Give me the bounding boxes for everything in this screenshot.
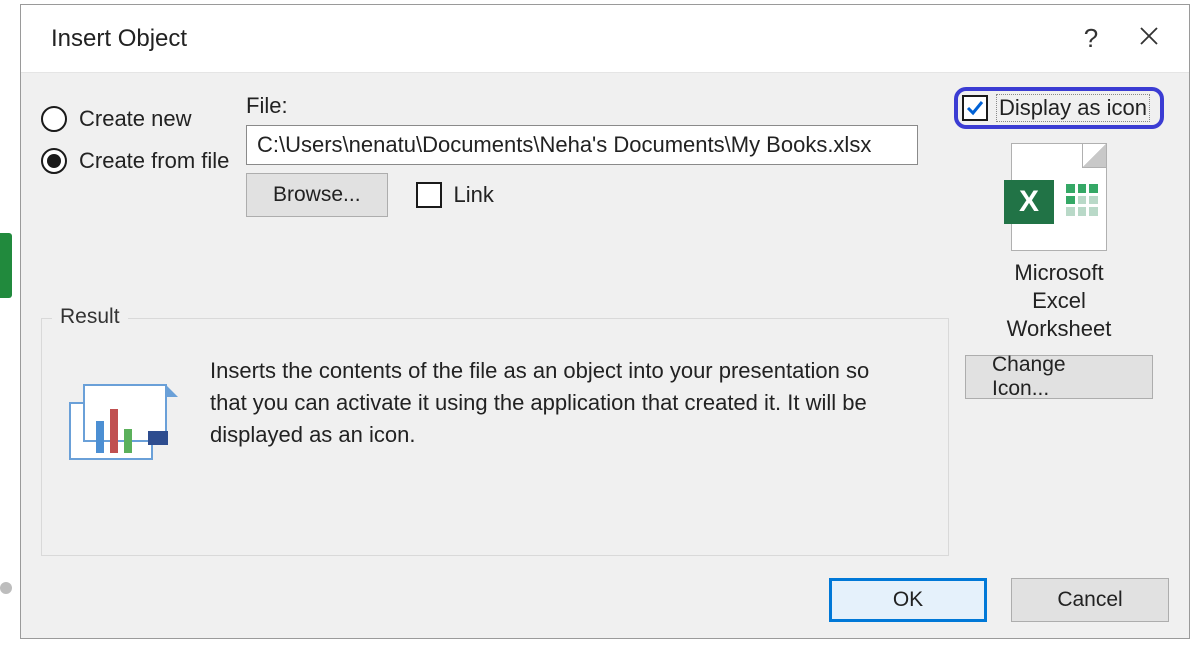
dialog-footer: OK Cancel xyxy=(829,578,1169,622)
background-grey-dot xyxy=(0,582,12,594)
file-path-input[interactable] xyxy=(246,125,918,165)
help-button[interactable]: ? xyxy=(1071,23,1111,54)
radio-icon-unchecked xyxy=(41,106,67,132)
radio-label: Create new xyxy=(79,106,192,132)
checkmark-icon xyxy=(965,98,985,118)
icon-caption: Microsoft Excel Worksheet xyxy=(1007,259,1112,343)
radio-create-new[interactable]: Create new xyxy=(41,98,229,140)
excel-x-badge: X xyxy=(1004,180,1054,224)
change-icon-button[interactable]: Change Icon... xyxy=(965,355,1153,399)
file-section: File: Browse... Link xyxy=(246,93,924,217)
excel-file-icon: X xyxy=(1011,143,1107,251)
radio-icon-checked xyxy=(41,148,67,174)
background-green-strip xyxy=(0,233,12,298)
file-label: File: xyxy=(246,93,924,119)
browse-button[interactable]: Browse... xyxy=(246,173,388,217)
titlebar: Insert Object ? xyxy=(21,5,1189,73)
link-label: Link xyxy=(454,182,494,208)
result-group: Result Inserts the contents of the file … xyxy=(41,318,949,556)
close-button[interactable] xyxy=(1111,26,1159,52)
close-icon xyxy=(1139,26,1159,46)
checkbox-icon-unchecked xyxy=(416,182,442,208)
cancel-button[interactable]: Cancel xyxy=(1011,578,1169,622)
result-icon xyxy=(66,379,186,469)
dialog-title: Insert Object xyxy=(51,25,1071,53)
excel-grid-icon xyxy=(1066,184,1098,216)
insert-object-dialog: Insert Object ? Create new Create from f… xyxy=(20,4,1190,639)
link-checkbox-row[interactable]: Link xyxy=(416,182,494,208)
ok-button[interactable]: OK xyxy=(829,578,987,622)
radio-create-from-file[interactable]: Create from file xyxy=(41,140,229,182)
radio-group: Create new Create from file xyxy=(41,98,229,182)
radio-label: Create from file xyxy=(79,148,229,174)
checkbox-icon-checked xyxy=(962,95,988,121)
display-as-icon-label: Display as icon xyxy=(996,94,1150,122)
display-column: Display as icon X Microsoft Excel Worksh… xyxy=(949,87,1169,399)
result-legend: Result xyxy=(52,305,128,329)
display-as-icon-checkbox[interactable]: Display as icon xyxy=(954,87,1164,129)
result-text: Inserts the contents of the file as an o… xyxy=(210,355,910,451)
dialog-body: Create new Create from file File: Browse… xyxy=(21,73,1189,638)
